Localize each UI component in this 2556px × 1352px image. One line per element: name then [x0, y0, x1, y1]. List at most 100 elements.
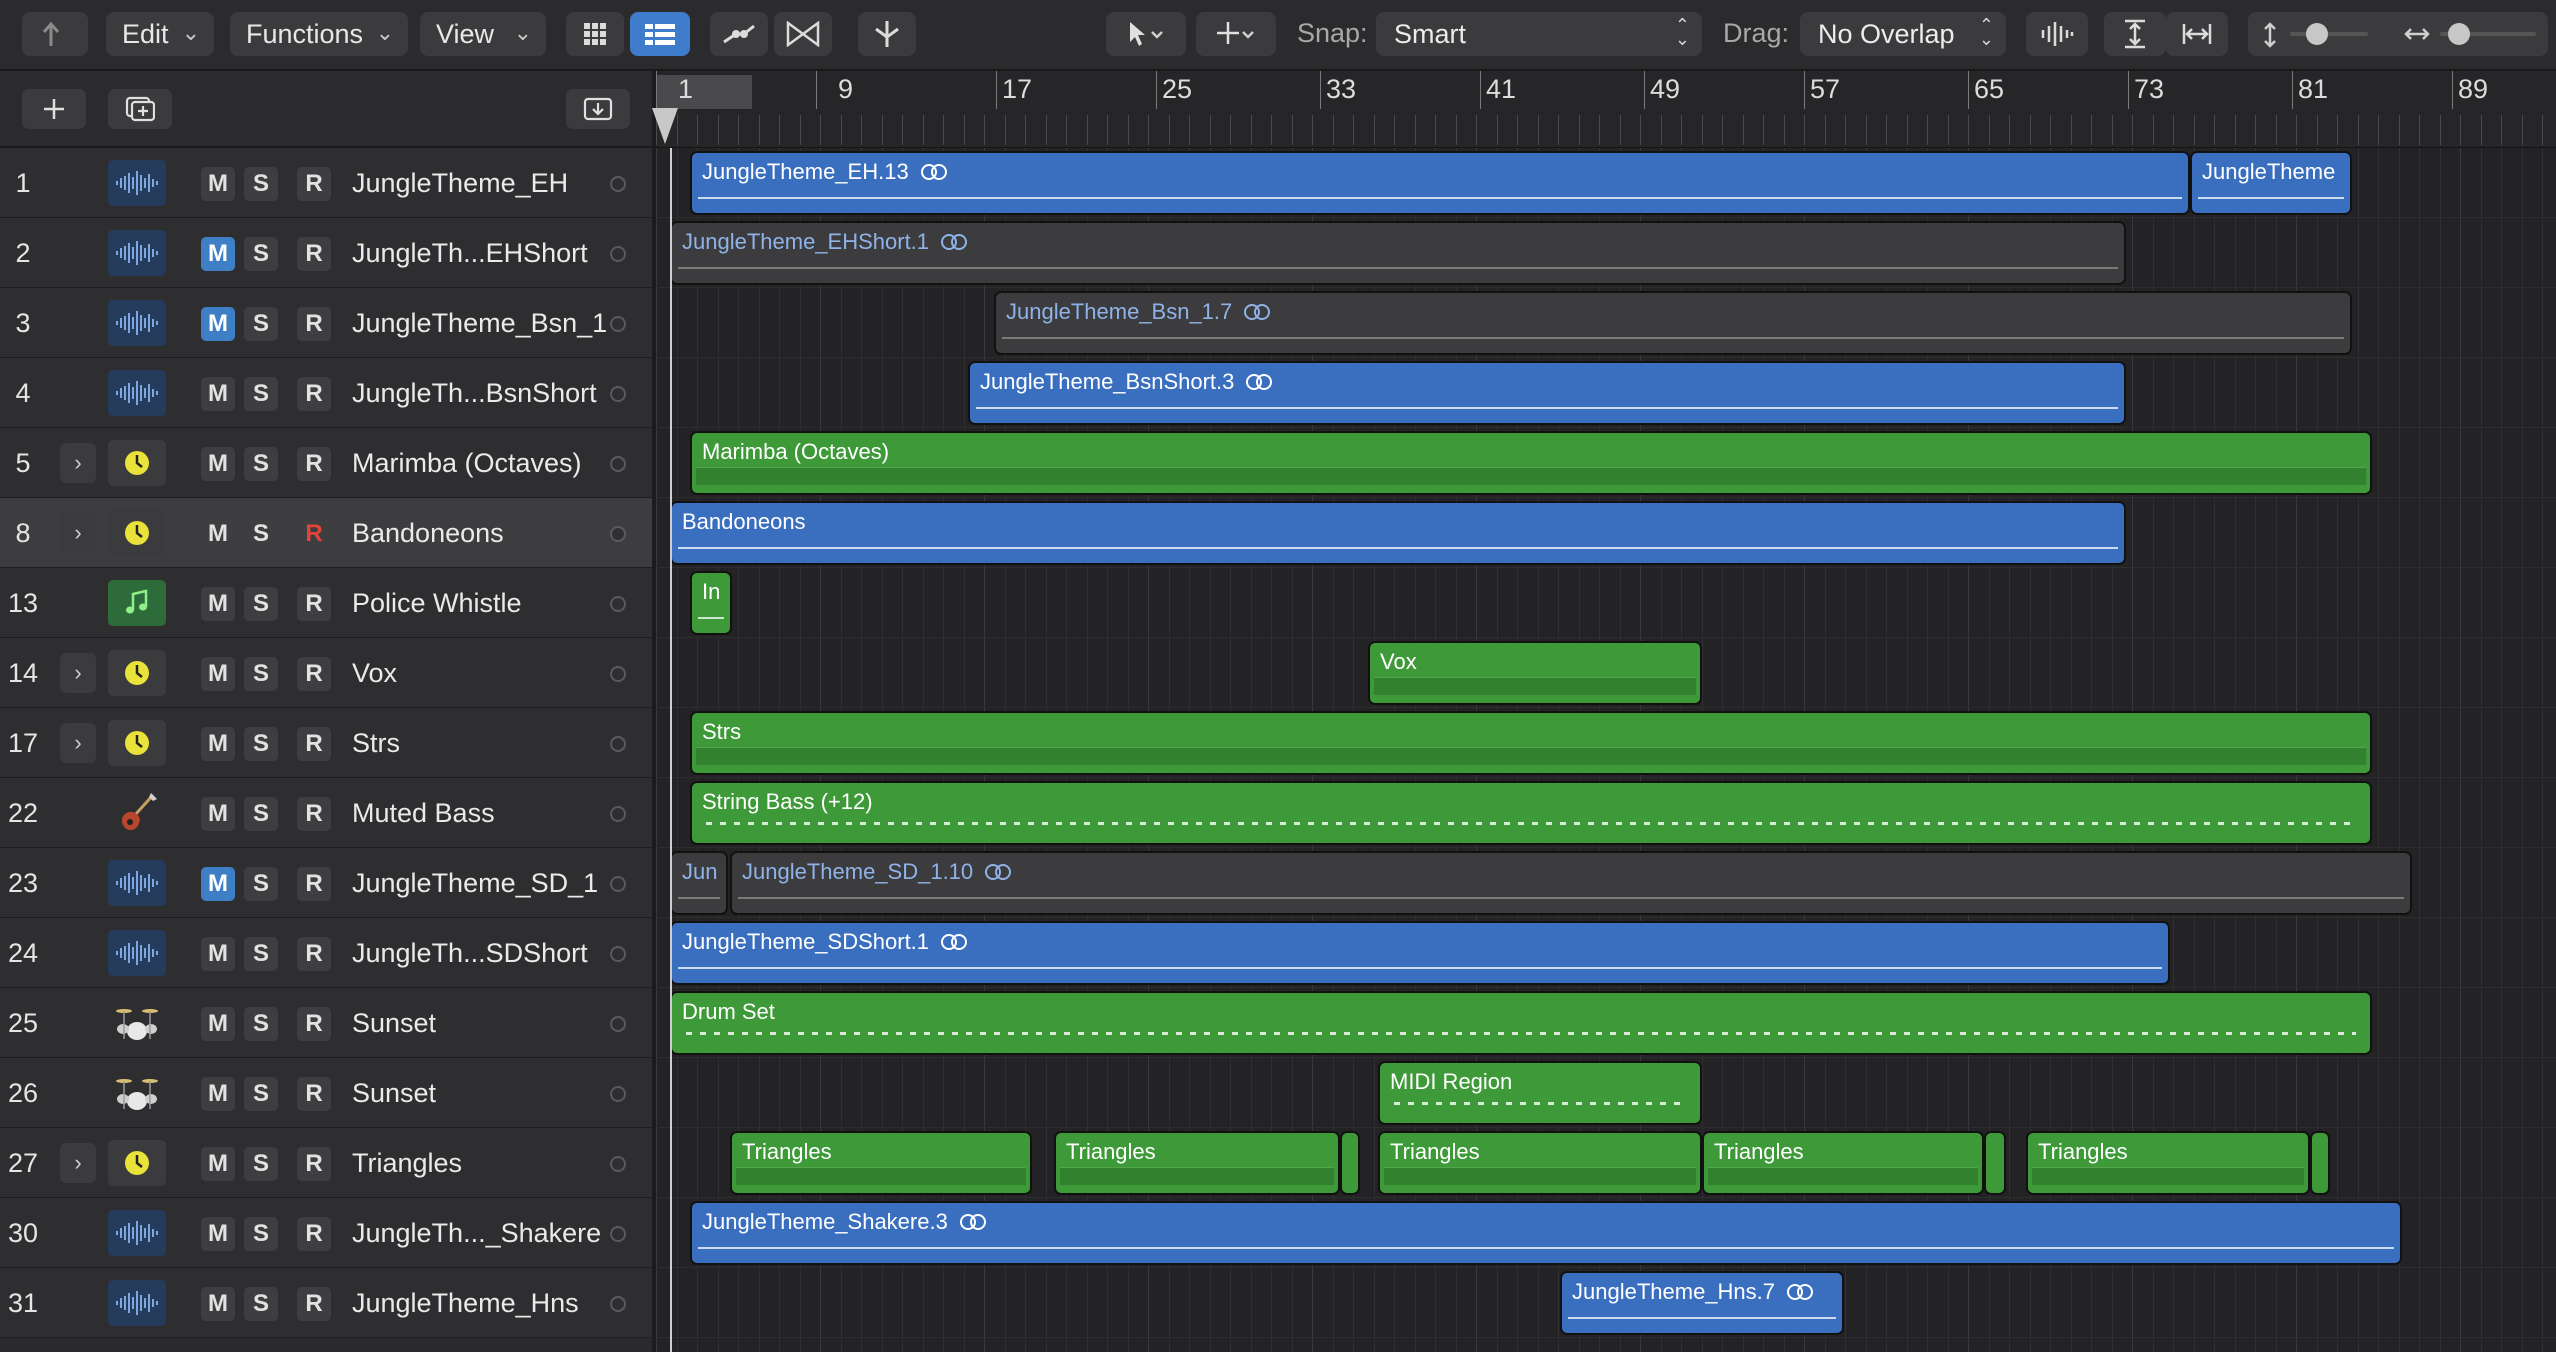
track-name[interactable]: JungleTheme_EH — [352, 148, 568, 218]
midi-region[interactable]: Triangles — [1054, 1131, 1340, 1195]
audio-region[interactable]: JungleTheme_BsnShort.3 — [968, 361, 2126, 425]
solo-button[interactable]: S — [244, 797, 278, 831]
midi-region[interactable] — [1340, 1131, 1360, 1195]
flex-button[interactable] — [774, 12, 832, 56]
solo-button[interactable]: S — [244, 1077, 278, 1111]
mute-button[interactable]: M — [201, 517, 235, 551]
midi-region[interactable] — [2310, 1131, 2330, 1195]
horizontal-zoom-fit-button[interactable] — [2166, 12, 2228, 56]
mute-button[interactable]: M — [201, 657, 235, 691]
track-name[interactable]: Marimba (Octaves) — [352, 428, 582, 498]
audio-region-muted[interactable]: Jun — [670, 851, 728, 915]
track-header[interactable]: 27 › M S R Triangles — [0, 1128, 652, 1198]
waveform-zoom-button[interactable] — [2026, 12, 2088, 56]
track-header[interactable]: 1 M S R JungleTheme_EH — [0, 148, 652, 218]
pointer-tool-button[interactable] — [1106, 12, 1186, 56]
midi-region[interactable]: Triangles — [2026, 1131, 2310, 1195]
track-header[interactable]: 17 › M S R Strs — [0, 708, 652, 778]
track-header[interactable]: 26 M S R Sunset — [0, 1058, 652, 1128]
record-enable-button[interactable]: R — [297, 727, 331, 761]
track-name[interactable]: Strs — [352, 708, 400, 778]
track-header[interactable]: 3 M S R JungleTheme_Bsn_1 — [0, 288, 652, 358]
vertical-zoom-slider[interactable] — [2290, 32, 2368, 36]
playhead-handle[interactable] — [652, 108, 678, 144]
snap-popup[interactable]: Smart ⌃ ⌄ — [1376, 12, 1702, 56]
midi-region[interactable]: Drum Set — [670, 991, 2372, 1055]
audio-region[interactable]: JungleTheme_Hns.7 — [1560, 1271, 1844, 1335]
record-enable-button[interactable]: R — [297, 377, 331, 411]
global-tracks-button[interactable] — [566, 89, 630, 129]
track-header[interactable]: 31 M S R JungleTheme_Hns — [0, 1268, 652, 1338]
cycle-region[interactable] — [656, 75, 752, 109]
chevron-right-icon[interactable]: › — [60, 443, 96, 483]
mute-button[interactable]: M — [201, 167, 235, 201]
track-name[interactable]: Police Whistle — [352, 568, 522, 638]
audio-region[interactable]: JungleTheme_SDShort.1 — [670, 921, 2170, 985]
record-enable-button[interactable]: R — [297, 237, 331, 271]
midi-region[interactable] — [1984, 1131, 2006, 1195]
record-enable-button[interactable]: R — [297, 447, 331, 481]
solo-button[interactable]: S — [244, 1147, 278, 1181]
audio-region[interactable]: JungleTheme_EH.13 — [690, 151, 2190, 215]
track-name[interactable]: Sunset — [352, 1058, 436, 1128]
record-enable-button[interactable]: R — [297, 517, 331, 551]
solo-button[interactable]: S — [244, 587, 278, 621]
mute-button[interactable]: M — [201, 1147, 235, 1181]
track-name[interactable]: Sunset — [352, 988, 436, 1058]
solo-button[interactable]: S — [244, 307, 278, 341]
view-menu[interactable]: View ⌄ — [420, 12, 546, 56]
track-name[interactable]: Muted Bass — [352, 778, 495, 848]
solo-button[interactable]: S — [244, 1007, 278, 1041]
track-name[interactable]: Triangles — [352, 1128, 462, 1198]
track-header[interactable]: 30 M S R JungleTh..._Shakere — [0, 1198, 652, 1268]
mute-button[interactable]: M — [201, 447, 235, 481]
record-enable-button[interactable]: R — [297, 1077, 331, 1111]
record-enable-button[interactable]: R — [297, 1007, 331, 1041]
track-name[interactable]: JungleTheme_SD_1 — [352, 848, 598, 918]
grid-view-button[interactable] — [566, 12, 624, 56]
track-header[interactable]: 8 › M S R Bandoneons — [0, 498, 652, 568]
vertical-zoom-fit-button[interactable] — [2104, 12, 2166, 56]
drag-popup[interactable]: No Overlap ⌃ ⌄ — [1800, 12, 2006, 56]
mute-button[interactable]: M — [201, 1007, 235, 1041]
mute-button[interactable]: M — [201, 587, 235, 621]
track-header[interactable]: 24 M S R JungleTh...SDShort — [0, 918, 652, 988]
midi-region[interactable]: Triangles — [1702, 1131, 1984, 1195]
midi-region[interactable]: Vox — [1368, 641, 1702, 705]
chevron-right-icon[interactable]: › — [60, 513, 96, 553]
edit-menu[interactable]: Edit ⌄ — [106, 12, 214, 56]
mute-button[interactable]: M — [201, 867, 235, 901]
audio-region-muted[interactable]: JungleTheme_Bsn_1.7 — [994, 291, 2352, 355]
solo-button[interactable]: S — [244, 237, 278, 271]
chevron-right-icon[interactable]: › — [60, 1143, 96, 1183]
track-header[interactable]: 14 › M S R Vox — [0, 638, 652, 708]
track-header[interactable]: 5 › M S R Marimba (Octaves) — [0, 428, 652, 498]
track-header[interactable]: 2 M S R JungleTh...EHShort — [0, 218, 652, 288]
solo-button[interactable]: S — [244, 1217, 278, 1251]
mute-button[interactable]: M — [201, 937, 235, 971]
tracks-view-button[interactable] — [630, 12, 690, 56]
midi-region[interactable]: Strs — [690, 711, 2372, 775]
solo-button[interactable]: S — [244, 167, 278, 201]
mute-button[interactable]: M — [201, 377, 235, 411]
audio-region-muted[interactable]: JungleTheme_EHShort.1 — [670, 221, 2126, 285]
chevron-right-icon[interactable]: › — [60, 653, 96, 693]
record-enable-button[interactable]: R — [297, 867, 331, 901]
record-enable-button[interactable]: R — [297, 1217, 331, 1251]
back-button[interactable] — [22, 12, 88, 56]
midi-region[interactable]: Triangles — [1378, 1131, 1702, 1195]
mute-button[interactable]: M — [201, 1217, 235, 1251]
secondary-tool-button[interactable] — [1196, 12, 1276, 56]
track-header[interactable]: 13 M S R Police Whistle — [0, 568, 652, 638]
track-header[interactable]: 23 M S R JungleTheme_SD_1 — [0, 848, 652, 918]
track-name[interactable]: JungleTh...SDShort — [352, 918, 588, 988]
track-name[interactable]: JungleTheme_Hns — [352, 1268, 579, 1338]
midi-region[interactable]: MIDI Region — [1378, 1061, 1702, 1125]
midi-region[interactable]: In — [690, 571, 732, 635]
solo-button[interactable]: S — [244, 1287, 278, 1321]
midi-region[interactable]: String Bass (+12) — [690, 781, 2372, 845]
mute-button[interactable]: M — [201, 307, 235, 341]
record-enable-button[interactable]: R — [297, 1147, 331, 1181]
record-enable-button[interactable]: R — [297, 167, 331, 201]
audio-region-muted[interactable]: JungleTheme_SD_1.10 — [730, 851, 2412, 915]
